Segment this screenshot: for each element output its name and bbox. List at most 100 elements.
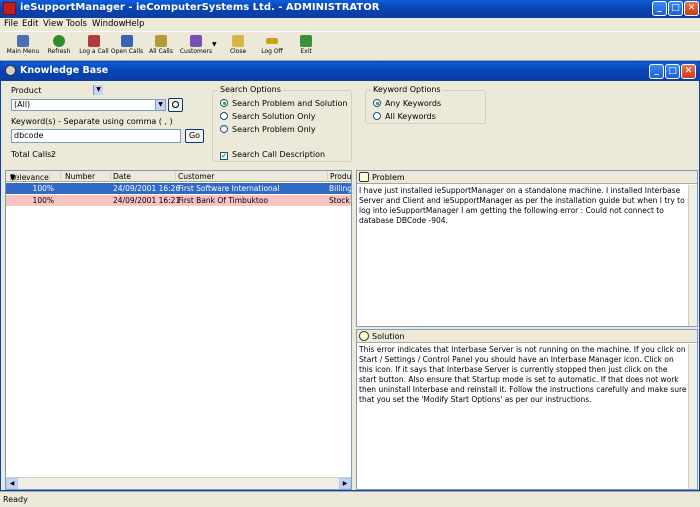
total-calls-value: 2 [51,150,57,159]
cell-relevance: 100% [32,196,54,205]
menu-help[interactable]: Help [125,19,144,29]
problem-header: Problem [357,171,697,184]
keywords-input[interactable]: dbcode [11,129,181,143]
knowledge-base-window: Knowledge Base _ □ ✕ Product ▼ (All) ▼ K… [0,61,700,491]
kb-maximize-button[interactable]: □ [665,64,680,79]
product-combo-arrow-top[interactable]: ▼ [93,85,103,97]
search-call-description-checkbox[interactable]: ✔ Search Call Description [220,150,325,160]
search-check-label: Search Call Description [232,150,326,159]
col-date[interactable]: Date [111,172,176,182]
go-button[interactable]: Go [185,129,204,143]
cell-customer: First Software International [178,184,280,193]
radio-icon [373,112,381,120]
problem-pane: Problem I have just installed ieSupportM… [356,170,698,327]
close-label: Close [229,48,247,55]
open-calls-button[interactable]: Open Calls [108,33,146,60]
menu-tools[interactable]: Tools [66,19,87,29]
close-icon [232,35,244,47]
cell-product: Stock S [329,196,351,205]
scroll-right-icon[interactable]: ▶ [339,478,351,489]
search-problem-and-solution-radio[interactable]: Search Problem and Solution [220,99,347,108]
chevron-down-icon: ▼ [155,100,165,110]
menu-bar: File Edit View Tools Window Help [0,18,700,31]
kb-close-button[interactable]: ✕ [681,64,696,79]
table-row[interactable]: 100% 3 24/09/2001 16:26 First Software I… [6,183,351,194]
customers-icon [190,35,202,47]
status-bar: Ready [0,491,700,507]
product-search-button[interactable] [168,98,183,112]
main-menu-label: Main Menu [6,48,40,55]
results-grid: Relevance ▼ Number Date Customer Product… [5,170,352,490]
sort-desc-icon: ▼ [10,173,17,183]
problem-text[interactable]: I have just installed ieSupportManager o… [359,186,687,226]
menu-file[interactable]: File [4,19,18,29]
app-icon [3,2,16,15]
solution-pane: Solution This error indicates that Inter… [356,329,698,490]
solution-text[interactable]: This error indicates that Interbase Serv… [359,345,687,405]
status-text: Ready [3,495,28,504]
minimize-button[interactable]: _ [652,1,667,16]
kb-title: Knowledge Base [20,65,109,76]
keyword-options-title: Keyword Options [371,85,443,94]
product-select-value: (All) [14,100,31,109]
kb-title-bar: Knowledge Base _ □ ✕ [1,62,699,81]
col-product[interactable]: Product [328,172,351,182]
keyword-opt2-label: All Keywords [385,112,436,121]
search-solution-only-radio[interactable]: Search Solution Only [220,112,315,121]
exit-label: Exit [300,48,312,55]
all-calls-button[interactable]: All Calls [142,33,180,60]
customers-dropdown-arrow[interactable]: ▼ [212,41,217,48]
customers-button[interactable]: Customers [177,33,215,60]
problem-vertical-scrollbar[interactable] [688,185,697,326]
menu-window[interactable]: Window [92,19,126,29]
search-problem-only-radio[interactable]: Search Problem Only [220,125,316,134]
col-number[interactable]: Number [63,172,111,182]
log-off-button[interactable]: Log Off [253,33,291,60]
close-button[interactable]: ✕ [684,1,699,16]
problem-title: Problem [372,173,405,182]
main-menu-button[interactable]: Main Menu [4,33,42,60]
cell-date: 24/09/2001 16:26 [113,184,181,193]
grid-header: Relevance ▼ Number Date Customer Product [6,171,351,183]
toolbar: Main Menu Refresh Log a Call Open Calls … [0,31,700,61]
open-calls-icon [121,35,133,47]
all-keywords-radio[interactable]: All Keywords [373,112,436,121]
col-relevance[interactable]: Relevance ▼ [6,172,61,183]
main-menu-icon [17,35,29,47]
col-customer[interactable]: Customer [176,172,328,182]
radio-icon [220,112,228,120]
grid-horizontal-scrollbar[interactable]: ◀ ▶ [6,477,351,489]
close-window-button[interactable]: Close [219,33,257,60]
exit-icon [300,35,312,47]
menu-view[interactable]: View [43,19,63,29]
exit-button[interactable]: Exit [287,33,325,60]
any-keywords-radio[interactable]: Any Keywords [373,99,441,108]
search-opt3-label: Search Problem Only [232,125,316,134]
menu-edit[interactable]: Edit [22,19,38,29]
solution-title: Solution [372,332,405,341]
log-off-label: Log Off [261,48,283,55]
product-select[interactable]: (All) ▼ [11,99,166,111]
solution-vertical-scrollbar[interactable] [688,344,697,489]
kb-window-icon [5,65,16,76]
scroll-left-icon[interactable]: ◀ [6,478,18,489]
search-opt2-label: Search Solution Only [232,112,316,121]
search-opt1-label: Search Problem and Solution [232,99,348,108]
app-title-bar: ieSupportManager - ieComputerSystems Ltd… [0,0,700,18]
table-row[interactable]: 100% 2 24/09/2001 16:21 First Bank Of Ti… [6,195,351,206]
maximize-button[interactable]: □ [668,1,683,16]
total-calls-label: Total Calls: [11,150,55,159]
cell-relevance: 100% [32,184,54,193]
refresh-button[interactable]: Refresh [40,33,78,60]
all-calls-label: All Calls [149,48,173,55]
problem-icon [359,172,369,182]
solution-header: Solution [357,330,697,343]
customers-label: Customers [179,48,213,55]
keyword-opt1-label: Any Keywords [385,99,442,108]
log-call-icon [88,35,100,47]
cell-date: 24/09/2001 16:21 [113,196,181,205]
radio-icon [220,125,228,133]
kb-minimize-button[interactable]: _ [649,64,664,79]
speech-bubble-icon [359,331,369,341]
keywords-label: Keyword(s) - Separate using comma ( , ) [11,117,173,126]
